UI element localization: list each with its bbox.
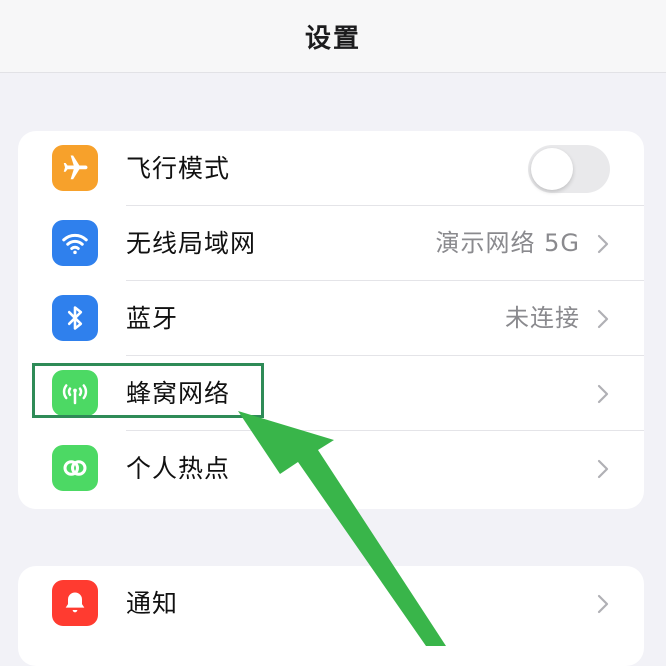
- settings-group-connectivity: 飞行模式 无线局域网 演示网络 5G 蓝牙 未连接 蜂窝网络 个人热点: [18, 131, 644, 509]
- airplane-icon: [52, 145, 98, 191]
- settings-row-wifi[interactable]: 无线局域网 演示网络 5G: [18, 206, 644, 281]
- settings-row-hotspot[interactable]: 个人热点: [18, 431, 644, 506]
- wifi-icon: [52, 220, 98, 266]
- wifi-network-value: 演示网络 5G: [435, 229, 580, 257]
- bluetooth-label: 蓝牙: [126, 304, 179, 333]
- chevron-right-icon: [596, 356, 610, 431]
- bluetooth-status-value: 未连接: [505, 304, 580, 332]
- chevron-right-icon: [596, 281, 610, 356]
- chevron-right-icon: [596, 206, 610, 281]
- chevron-right-icon: [596, 566, 610, 641]
- wifi-label: 无线局域网: [126, 229, 257, 258]
- airplane-mode-label: 飞行模式: [126, 154, 231, 183]
- antenna-icon: [52, 370, 98, 416]
- bluetooth-icon: [52, 295, 98, 341]
- link-icon: [52, 445, 98, 491]
- settings-row-airplane-mode: 飞行模式: [18, 131, 644, 206]
- settings-row-notifications[interactable]: 通知: [18, 566, 644, 641]
- settings-group-notifications: 通知: [18, 566, 644, 666]
- settings-row-cellular[interactable]: 蜂窝网络: [18, 356, 644, 431]
- chevron-right-icon: [596, 431, 610, 506]
- page-title: 设置: [304, 23, 361, 54]
- bell-icon: [52, 580, 98, 626]
- hotspot-label: 个人热点: [126, 454, 231, 483]
- navigation-bar: 设置: [0, 0, 666, 73]
- cellular-label: 蜂窝网络: [126, 379, 231, 408]
- toggle-knob: [531, 148, 573, 190]
- airplane-mode-toggle[interactable]: [528, 145, 610, 193]
- settings-row-bluetooth[interactable]: 蓝牙 未连接: [18, 281, 644, 356]
- notifications-label: 通知: [126, 589, 179, 618]
